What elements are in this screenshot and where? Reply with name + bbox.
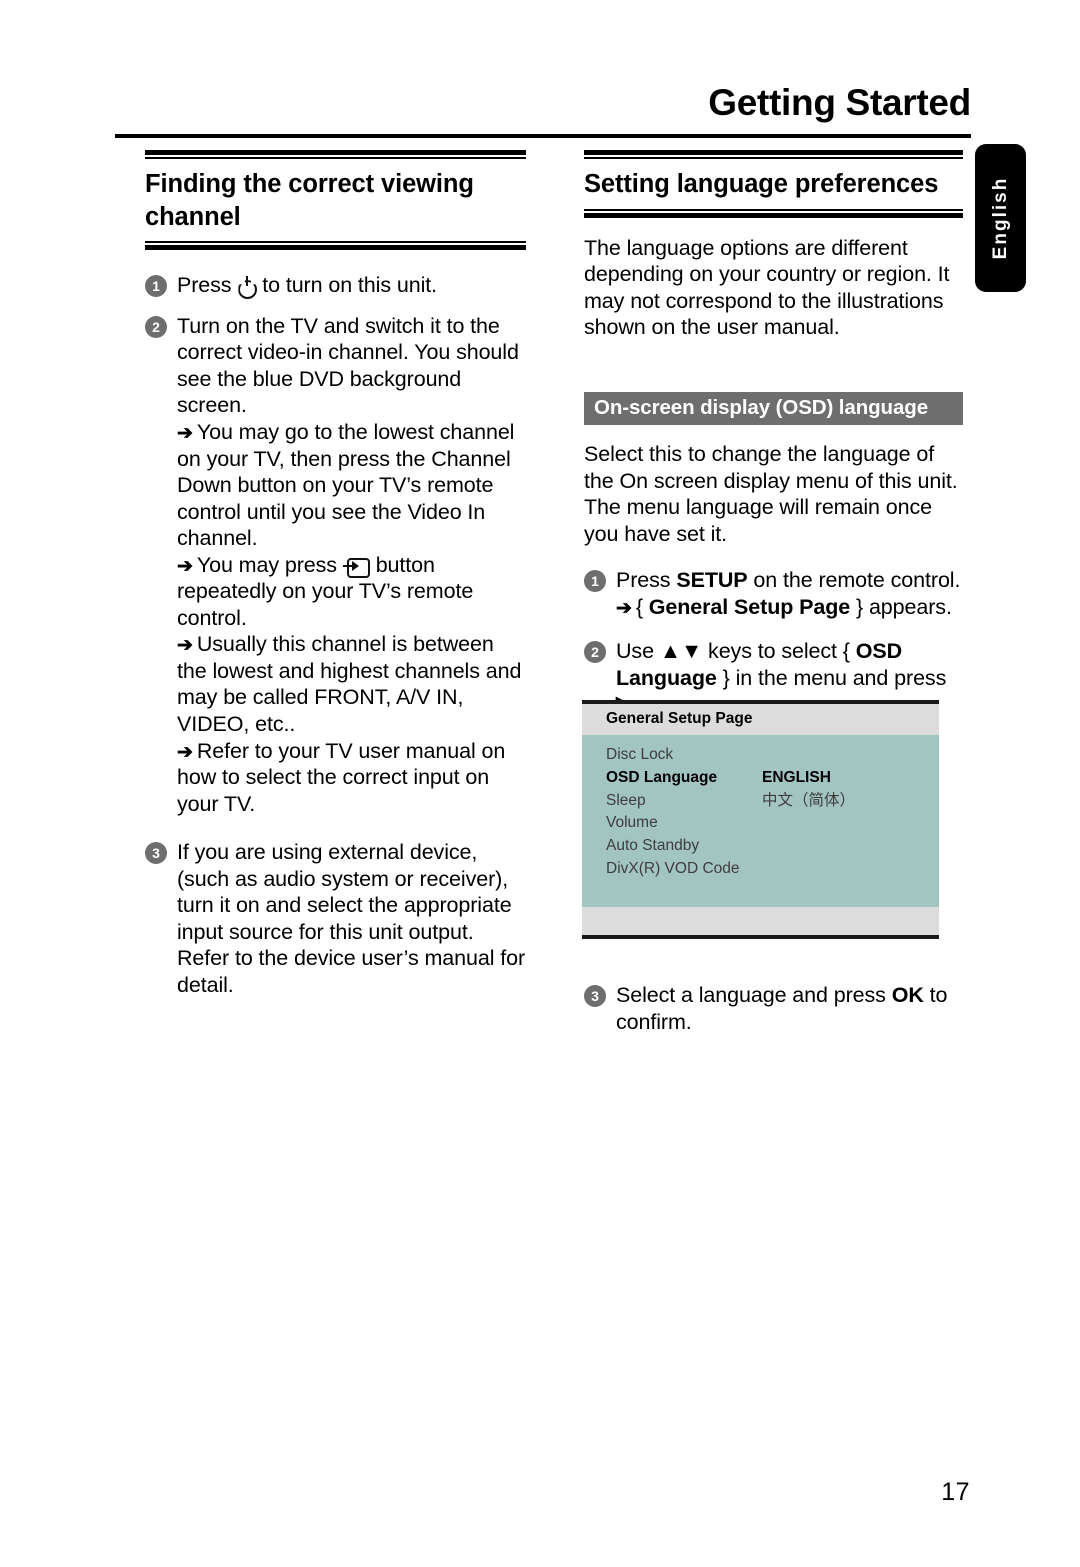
manual-page: Getting Started English Finding the corr… xyxy=(0,0,1080,1567)
osd-row-label: Volume xyxy=(606,814,658,832)
post-screenshot-steps: 3 Select a language and press OK to conf… xyxy=(584,982,963,1049)
step-item: 3 Select a language and press OK to conf… xyxy=(584,982,963,1035)
osd-menu-footer xyxy=(582,906,939,935)
step-text-part: } in the menu and press xyxy=(716,665,947,690)
general-setup-page-ref: General Setup Page xyxy=(648,594,851,619)
step-number-marker: 3 xyxy=(145,842,167,865)
av-input-icon xyxy=(342,557,370,578)
osd-menu-row[interactable]: Disc Lock xyxy=(606,744,939,767)
step-number-marker: 1 xyxy=(584,570,606,593)
step-text-part: on the remote control. xyxy=(747,568,961,593)
step-subnote-text: You may go to the lowest channel on your… xyxy=(177,419,515,551)
step-subnote: ➔ You may press button repeatedly on your… xyxy=(177,552,526,632)
osd-row-label: OSD Language xyxy=(606,768,718,786)
osd-language-description: Select this to change the language of th… xyxy=(584,442,958,546)
step-number-marker: 2 xyxy=(145,315,167,338)
osd-row-value: 中文（简体） xyxy=(762,791,856,809)
section-rule-top-right xyxy=(584,150,963,159)
osd-menu-row-selected[interactable]: OSD Language ENGLISH xyxy=(606,767,939,790)
right-column: Setting language preferences The languag… xyxy=(584,150,963,732)
step-text-after-icon: to turn on this unit. xyxy=(262,273,438,298)
setup-button-ref: SETUP xyxy=(676,568,748,593)
step-subnote-text-before-icon: You may press xyxy=(196,552,337,577)
step-item: 3 If you are using external device, (suc… xyxy=(145,839,526,998)
right-steps-list: 1 Press SETUP on the remote control. ➔{ … xyxy=(584,567,963,718)
osd-menu-title: General Setup Page xyxy=(582,704,939,735)
step-subnote: ➔ Usually this channel is between the low… xyxy=(177,631,526,737)
section-title-finding-channel: Finding the correct viewing channel xyxy=(145,170,474,231)
step-item: 2 Turn on the TV and switch it to the co… xyxy=(145,313,526,817)
step-text-part: Use xyxy=(616,639,660,664)
osd-menu-body: Disc Lock OSD Language ENGLISH Sleep 中文（… xyxy=(582,735,939,907)
osd-menu-row[interactable]: Auto Standby xyxy=(606,835,939,858)
step-number-marker: 2 xyxy=(584,641,606,664)
step-text: If you are using external device, (such … xyxy=(177,840,526,997)
left-column: Finding the correct viewing channel 1 Pr… xyxy=(145,150,526,1012)
power-standby-icon xyxy=(237,276,256,295)
section-title-language-preferences: Setting language preferences xyxy=(584,170,939,198)
updown-keys-icon: ▲▼ xyxy=(659,639,703,664)
step-item: 1 Press SETUP on the remote control. ➔{ … xyxy=(584,567,963,620)
arrow-icon: ➔ xyxy=(177,635,193,657)
osd-menu-row[interactable]: Volume xyxy=(606,812,939,835)
section-rule-top-left xyxy=(145,150,526,159)
language-side-tab-label: English xyxy=(989,176,1011,260)
arrow-icon: ➔ xyxy=(177,422,193,444)
language-intro-paragraph: The language options are different depen… xyxy=(584,235,950,339)
step-subnote: ➔ You may go to the lowest channel on you… xyxy=(177,419,526,552)
step-subnote: ➔{ General Setup Page } appears. xyxy=(616,594,963,621)
osd-row-label: DivX(R) VOD Code xyxy=(606,859,740,877)
step-number-marker: 3 xyxy=(584,985,606,1007)
final-steps-list: 3 Select a language and press OK to conf… xyxy=(584,982,963,1035)
page-title: Getting Started xyxy=(708,82,971,123)
osd-row-value: ENGLISH xyxy=(762,768,831,786)
step-text-part: Press xyxy=(616,568,677,593)
step-subnote: ➔ Refer to your TV user manual on how to … xyxy=(177,738,526,818)
osd-row-label: Auto Standby xyxy=(606,837,700,855)
step-number-marker: 1 xyxy=(145,275,167,298)
osd-menu-row[interactable]: Sleep 中文（简体） xyxy=(606,790,939,813)
arrow-icon: ➔ xyxy=(616,597,632,619)
ok-button-ref: OK xyxy=(891,983,924,1007)
arrow-icon: ➔ xyxy=(177,555,193,577)
arrow-icon: ➔ xyxy=(177,741,193,763)
section-rule-bottom-right xyxy=(584,208,963,218)
step-subnote-part: { xyxy=(635,594,649,619)
step-text: Turn on the TV and switch it to the corr… xyxy=(177,313,519,418)
osd-menu-screenshot: General Setup Page Disc Lock OSD Languag… xyxy=(582,700,939,939)
step-text-part: Select a language and press xyxy=(616,983,892,1007)
section-rule-bottom-left xyxy=(145,241,526,251)
step-subnote-part: } appears. xyxy=(850,594,952,619)
step-subnote-text: Refer to your TV user manual on how to s… xyxy=(177,738,506,816)
step-text-before-icon: Press xyxy=(177,273,232,298)
language-side-tab: English xyxy=(975,144,1026,292)
step-text-part: keys to select { xyxy=(702,639,856,664)
step-subnote-text: Usually this channel is between the lowe… xyxy=(177,632,522,736)
step-item: 1 Press to turn on this unit. xyxy=(145,272,526,299)
subsection-heading-osd-language: On-screen display (OSD) language xyxy=(584,392,963,426)
osd-menu-row[interactable]: DivX(R) VOD Code xyxy=(606,858,939,881)
header-rule xyxy=(115,134,971,138)
osd-row-label: Disc Lock xyxy=(606,746,674,763)
left-steps-list: 1 Press to turn on this unit. 2 Turn on … xyxy=(145,272,526,998)
page-number: 17 xyxy=(941,1478,970,1506)
osd-row-label: Sleep xyxy=(606,791,646,809)
